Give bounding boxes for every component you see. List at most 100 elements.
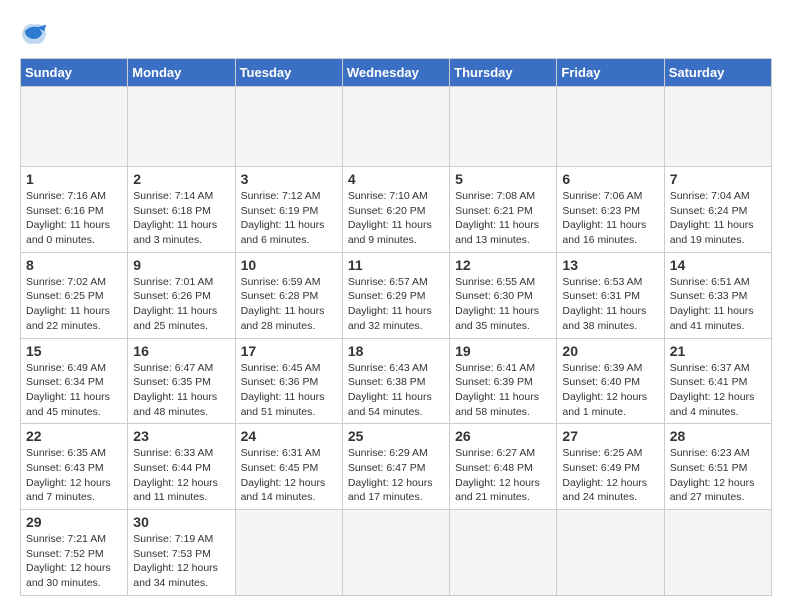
cell-details: Sunrise: 6:37 AMSunset: 6:41 PMDaylight:… (670, 361, 766, 420)
calendar-cell (342, 510, 449, 596)
column-header-friday: Friday (557, 59, 664, 87)
cell-details: Sunrise: 6:57 AMSunset: 6:29 PMDaylight:… (348, 275, 444, 334)
calendar-cell (664, 87, 771, 167)
calendar-cell: 21 Sunrise: 6:37 AMSunset: 6:41 PMDayligh… (664, 338, 771, 424)
day-number: 10 (241, 257, 337, 273)
logo (20, 20, 52, 48)
day-number: 26 (455, 428, 551, 444)
calendar-cell: 25 Sunrise: 6:29 AMSunset: 6:47 PMDayligh… (342, 424, 449, 510)
cell-details: Sunrise: 6:43 AMSunset: 6:38 PMDaylight:… (348, 361, 444, 420)
calendar-cell: 6 Sunrise: 7:06 AMSunset: 6:23 PMDaylight… (557, 167, 664, 253)
calendar-cell: 23 Sunrise: 6:33 AMSunset: 6:44 PMDayligh… (128, 424, 235, 510)
cell-details: Sunrise: 6:45 AMSunset: 6:36 PMDaylight:… (241, 361, 337, 420)
day-number: 7 (670, 171, 766, 187)
calendar-cell: 4Sunrise: 7:10 AMSunset: 6:20 PMDaylight… (342, 167, 449, 253)
column-header-thursday: Thursday (450, 59, 557, 87)
calendar-cell: 30 Sunrise: 7:19 AMSunset: 7:53 PMDayligh… (128, 510, 235, 596)
calendar-cell (664, 510, 771, 596)
calendar-cell (557, 510, 664, 596)
cell-details: Sunrise: 7:04 AMSunset: 6:24 PMDaylight:… (670, 189, 766, 248)
cell-details: Sunrise: 6:55 AMSunset: 6:30 PMDaylight:… (455, 275, 551, 334)
calendar-table: SundayMondayTuesdayWednesdayThursdayFrid… (20, 58, 772, 596)
cell-details: Sunrise: 7:06 AMSunset: 6:23 PMDaylight:… (562, 189, 658, 248)
day-number: 23 (133, 428, 229, 444)
day-number: 17 (241, 343, 337, 359)
calendar-cell: 1Sunrise: 7:16 AMSunset: 6:16 PMDaylight… (21, 167, 128, 253)
cell-details: Sunrise: 6:27 AMSunset: 6:48 PMDaylight:… (455, 446, 551, 505)
cell-details: Sunrise: 6:39 AMSunset: 6:40 PMDaylight:… (562, 361, 658, 420)
calendar-cell (450, 87, 557, 167)
day-number: 20 (562, 343, 658, 359)
calendar-cell (450, 510, 557, 596)
logo-icon (20, 20, 48, 48)
calendar-cell: 24 Sunrise: 6:31 AMSunset: 6:45 PMDayligh… (235, 424, 342, 510)
cell-details: Sunrise: 7:12 AMSunset: 6:19 PMDaylight:… (241, 189, 337, 248)
calendar-cell: 18 Sunrise: 6:43 AMSunset: 6:38 PMDayligh… (342, 338, 449, 424)
calendar-cell (21, 87, 128, 167)
calendar-cell: 16 Sunrise: 6:47 AMSunset: 6:35 PMDayligh… (128, 338, 235, 424)
day-number: 29 (26, 514, 122, 530)
cell-details: Sunrise: 6:41 AMSunset: 6:39 PMDaylight:… (455, 361, 551, 420)
day-number: 2 (133, 171, 229, 187)
cell-details: Sunrise: 6:35 AMSunset: 6:43 PMDaylight:… (26, 446, 122, 505)
day-number: 21 (670, 343, 766, 359)
calendar-week-1 (21, 87, 772, 167)
cell-details: Sunrise: 6:47 AMSunset: 6:35 PMDaylight:… (133, 361, 229, 420)
column-header-tuesday: Tuesday (235, 59, 342, 87)
calendar-cell: 11 Sunrise: 6:57 AMSunset: 6:29 PMDayligh… (342, 252, 449, 338)
calendar-cell (557, 87, 664, 167)
calendar-cell (235, 87, 342, 167)
day-number: 25 (348, 428, 444, 444)
day-number: 1 (26, 171, 122, 187)
column-header-sunday: Sunday (21, 59, 128, 87)
cell-details: Sunrise: 6:51 AMSunset: 6:33 PMDaylight:… (670, 275, 766, 334)
day-number: 11 (348, 257, 444, 273)
cell-details: Sunrise: 6:33 AMSunset: 6:44 PMDaylight:… (133, 446, 229, 505)
cell-details: Sunrise: 6:49 AMSunset: 6:34 PMDaylight:… (26, 361, 122, 420)
day-number: 18 (348, 343, 444, 359)
calendar-cell: 22Sunrise: 6:35 AMSunset: 6:43 PMDayligh… (21, 424, 128, 510)
day-number: 6 (562, 171, 658, 187)
cell-details: Sunrise: 6:53 AMSunset: 6:31 PMDaylight:… (562, 275, 658, 334)
calendar-cell: 14 Sunrise: 6:51 AMSunset: 6:33 PMDayligh… (664, 252, 771, 338)
calendar-week-4: 15 Sunrise: 6:49 AMSunset: 6:34 PMDayligh… (21, 338, 772, 424)
page-header (20, 20, 772, 48)
day-number: 13 (562, 257, 658, 273)
cell-details: Sunrise: 7:21 AMSunset: 7:52 PMDaylight:… (26, 532, 122, 591)
day-number: 12 (455, 257, 551, 273)
cell-details: Sunrise: 6:23 AMSunset: 6:51 PMDaylight:… (670, 446, 766, 505)
column-header-monday: Monday (128, 59, 235, 87)
day-number: 5 (455, 171, 551, 187)
day-number: 30 (133, 514, 229, 530)
calendar-cell: 2 Sunrise: 7:14 AMSunset: 6:18 PMDaylight… (128, 167, 235, 253)
day-number: 24 (241, 428, 337, 444)
calendar-cell (128, 87, 235, 167)
calendar-cell: 20 Sunrise: 6:39 AMSunset: 6:40 PMDayligh… (557, 338, 664, 424)
cell-details: Sunrise: 6:29 AMSunset: 6:47 PMDaylight:… (348, 446, 444, 505)
calendar-cell (342, 87, 449, 167)
calendar-cell: 7 Sunrise: 7:04 AMSunset: 6:24 PMDaylight… (664, 167, 771, 253)
calendar-cell: 3Sunrise: 7:12 AMSunset: 6:19 PMDaylight… (235, 167, 342, 253)
calendar-cell (235, 510, 342, 596)
calendar-week-6: 29 Sunrise: 7:21 AMSunset: 7:52 PMDayligh… (21, 510, 772, 596)
calendar-cell: 26 Sunrise: 6:27 AMSunset: 6:48 PMDayligh… (450, 424, 557, 510)
day-number: 14 (670, 257, 766, 273)
calendar-cell: 5Sunrise: 7:08 AMSunset: 6:21 PMDaylight… (450, 167, 557, 253)
calendar-week-5: 22Sunrise: 6:35 AMSunset: 6:43 PMDayligh… (21, 424, 772, 510)
day-number: 27 (562, 428, 658, 444)
day-number: 4 (348, 171, 444, 187)
cell-details: Sunrise: 6:31 AMSunset: 6:45 PMDaylight:… (241, 446, 337, 505)
day-number: 16 (133, 343, 229, 359)
cell-details: Sunrise: 7:01 AMSunset: 6:26 PMDaylight:… (133, 275, 229, 334)
calendar-week-2: 1Sunrise: 7:16 AMSunset: 6:16 PMDaylight… (21, 167, 772, 253)
cell-details: Sunrise: 7:19 AMSunset: 7:53 PMDaylight:… (133, 532, 229, 591)
calendar-cell: 12 Sunrise: 6:55 AMSunset: 6:30 PMDayligh… (450, 252, 557, 338)
day-number: 9 (133, 257, 229, 273)
calendar-header-row: SundayMondayTuesdayWednesdayThursdayFrid… (21, 59, 772, 87)
cell-details: Sunrise: 7:14 AMSunset: 6:18 PMDaylight:… (133, 189, 229, 248)
day-number: 15 (26, 343, 122, 359)
calendar-cell: 29 Sunrise: 7:21 AMSunset: 7:52 PMDayligh… (21, 510, 128, 596)
calendar-cell: 28Sunrise: 6:23 AMSunset: 6:51 PMDayligh… (664, 424, 771, 510)
day-number: 8 (26, 257, 122, 273)
cell-details: Sunrise: 6:59 AMSunset: 6:28 PMDaylight:… (241, 275, 337, 334)
